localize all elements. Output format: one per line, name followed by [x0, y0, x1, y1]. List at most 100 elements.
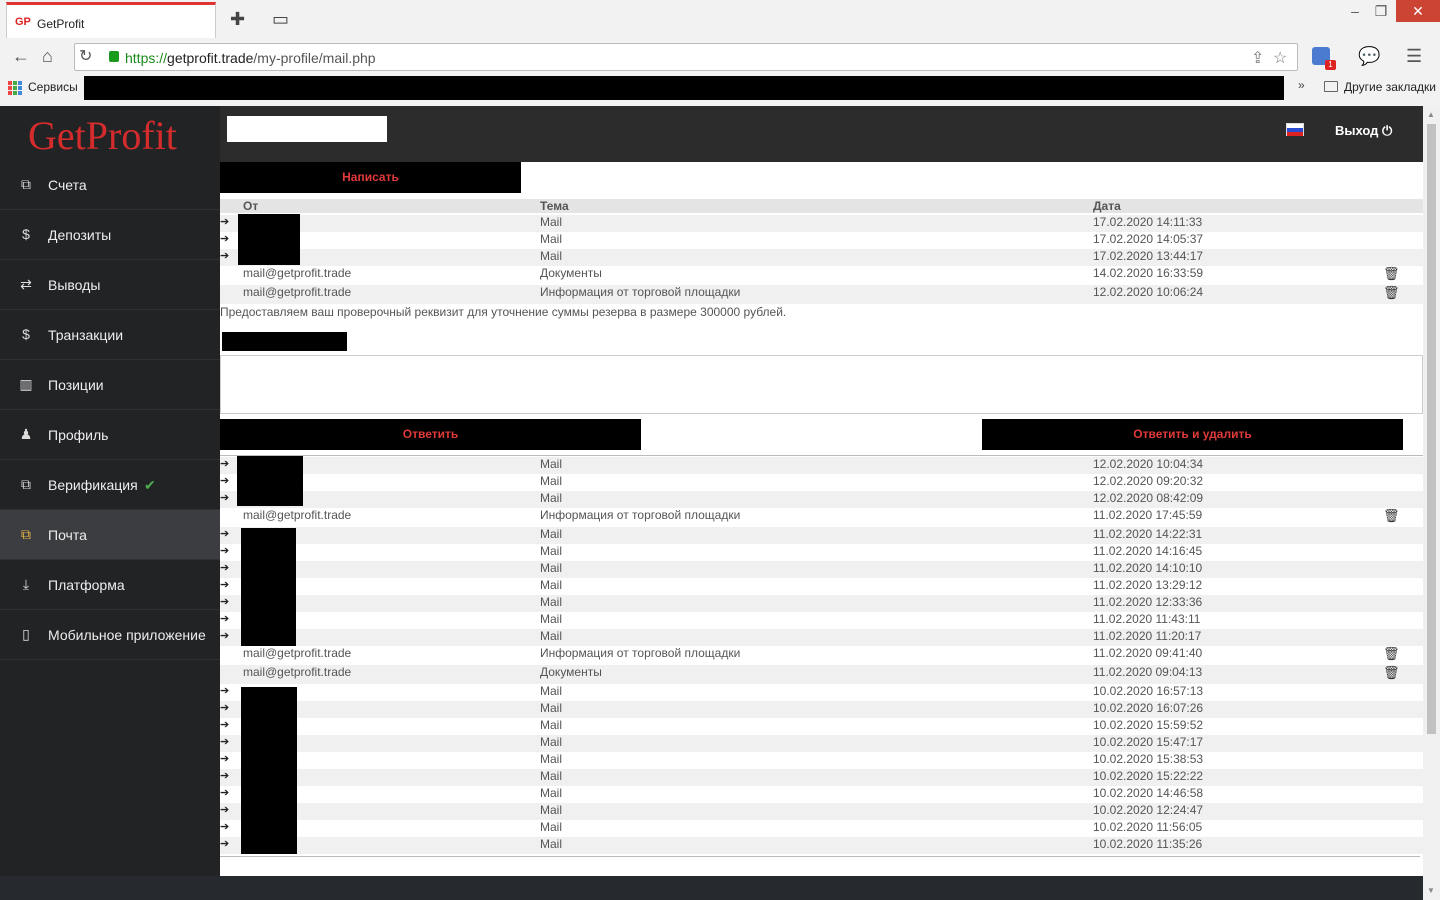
- incoming-arrow-icon: ➔: [220, 492, 230, 504]
- reload-icon[interactable]: ↻: [79, 46, 92, 66]
- mail-row[interactable]: ➔ Mail 12.02.2020 09:20:32: [220, 474, 1423, 491]
- scroll-down-icon[interactable]: ▼: [1427, 886, 1435, 895]
- mail-row[interactable]: ➔ Mail 10.02.2020 12:24:47: [220, 803, 1423, 820]
- mail-row[interactable]: mail@getprofit.trade Информация от торгов…: [220, 285, 1423, 304]
- sidebar: GetProfit ⧉ Счета $ Депозиты ⇄ Выводы $ Транзак…: [0, 106, 220, 876]
- trash-icon[interactable]: 🗑: [1383, 665, 1400, 681]
- logo[interactable]: GetProfit: [28, 112, 177, 159]
- apps-icon[interactable]: [8, 81, 22, 95]
- sidebar-item[interactable]: ⧉ Счета: [0, 160, 220, 210]
- mail-row[interactable]: ➔ Mail 11.02.2020 11:43:11: [220, 612, 1423, 629]
- column-subject[interactable]: Тема: [540, 199, 569, 213]
- sidebar-item[interactable]: ⧉ Верификация ✔: [0, 460, 220, 510]
- scrollbar[interactable]: ▲ ▼: [1423, 106, 1440, 900]
- sidebar-item[interactable]: ⤓ Платформа: [0, 560, 220, 610]
- mobile-icon: ▯: [22, 626, 30, 642]
- home-icon[interactable]: ⌂: [42, 46, 53, 67]
- back-icon[interactable]: ←: [12, 46, 30, 67]
- sidebar-item[interactable]: ▥ Позиции: [0, 360, 220, 410]
- sidebar-item[interactable]: ♟ Профиль: [0, 410, 220, 460]
- mail-row[interactable]: ➔ Mail 11.02.2020 14:10:10: [220, 561, 1423, 578]
- logout-button[interactable]: Выход ⏻: [1335, 123, 1392, 139]
- trash-icon[interactable]: 🗑: [1383, 285, 1400, 301]
- mail-row[interactable]: mail@getprofit.trade Информация от торгов…: [220, 646, 1423, 665]
- reply-delete-button[interactable]: Ответить и удалить: [982, 419, 1403, 450]
- top-bar: Выход ⏻: [220, 106, 1423, 162]
- sidebar-item[interactable]: ▯ Мобильное приложение: [0, 610, 220, 660]
- incoming-arrow-icon: ➔: [220, 787, 230, 799]
- incoming-arrow-icon: ➔: [220, 579, 230, 591]
- column-date[interactable]: Дата: [1093, 199, 1121, 213]
- scrollbar-thumb[interactable]: [1427, 124, 1436, 734]
- mail-row[interactable]: mail@getprofit.trade Документы 14.02.2020 …: [220, 266, 1423, 285]
- dollar-icon: $: [22, 226, 30, 242]
- bookmark-apps[interactable]: Сервисы: [28, 80, 78, 94]
- incoming-arrow-icon: ➔: [220, 596, 230, 608]
- mail-subject: Mail: [540, 752, 563, 766]
- redacted-bookmarks: [84, 76, 1284, 100]
- minimize-icon[interactable]: –: [1344, 0, 1366, 22]
- trash-icon[interactable]: 🗑: [1383, 646, 1400, 662]
- share-icon[interactable]: ⇪: [1251, 48, 1264, 68]
- mail-row[interactable]: ➔ Mail 10.02.2020 11:56:05: [220, 820, 1423, 837]
- sidebar-item[interactable]: $ Депозиты: [0, 210, 220, 260]
- mail-row[interactable]: ➔ Mail 11.02.2020 12:33:36: [220, 595, 1423, 612]
- mail-row[interactable]: mail@getprofit.trade Информация от торгов…: [220, 508, 1423, 527]
- mail-row[interactable]: ➔ Mail 17.02.2020 14:11:33: [220, 215, 1423, 232]
- incoming-arrow-icon: ➔: [220, 702, 230, 714]
- mail-row[interactable]: mail@getprofit.trade Документы 11.02.2020 …: [220, 665, 1423, 684]
- mail-content: Написать От Тема Дата ➔ Mail 17.02.2020 14…: [220, 162, 1423, 876]
- bookmarks-overflow[interactable]: »: [1298, 78, 1305, 92]
- mail-subject: Mail: [540, 215, 563, 229]
- trash-icon[interactable]: 🗑: [1383, 266, 1400, 282]
- mail-row[interactable]: ➔ Mail 10.02.2020 15:59:52: [220, 718, 1423, 735]
- column-from[interactable]: От: [243, 199, 258, 213]
- trash-icon[interactable]: 🗑: [1383, 508, 1400, 524]
- mail-row[interactable]: ➔ Mail 12.02.2020 10:04:34: [220, 457, 1423, 474]
- bookmark-star-icon[interactable]: ☆: [1273, 48, 1287, 68]
- mail-row[interactable]: ➔ Mail 17.02.2020 13:44:17: [220, 249, 1423, 266]
- browser-chrome: GP GetProfit ✚ ▭ – ❐ ✕ ← ⌂ ↻ https://get…: [0, 0, 1440, 106]
- mail-date: 17.02.2020 14:05:37: [1093, 232, 1204, 246]
- russian-flag-icon[interactable]: [1286, 123, 1304, 136]
- sidebar-item-label: Профиль: [48, 427, 109, 443]
- new-tab-icon[interactable]: ✚: [230, 10, 245, 28]
- mail-row[interactable]: ➔ Mail 10.02.2020 15:38:53: [220, 752, 1423, 769]
- mail-row[interactable]: ➔ Mail 11.02.2020 14:22:31: [220, 527, 1423, 544]
- tab-strip: GP GetProfit ✚ ▭ – ❐ ✕: [0, 0, 1440, 38]
- mail-row[interactable]: ➔ Mail 10.02.2020 15:47:17: [220, 735, 1423, 752]
- menu-icon[interactable]: ☰: [1406, 46, 1422, 67]
- mail-row[interactable]: ➔ Mail 10.02.2020 16:07:26: [220, 701, 1423, 718]
- redacted-sender: [238, 214, 300, 265]
- mail-date: 12.02.2020 09:20:32: [1093, 474, 1204, 488]
- mail-row[interactable]: ➔ Mail 12.02.2020 08:42:09: [220, 491, 1423, 508]
- search-input[interactable]: [227, 116, 387, 142]
- mail-date: 10.02.2020 11:56:05: [1093, 820, 1203, 834]
- divider: [220, 856, 1420, 857]
- sidebar-item[interactable]: ⧉ Почта: [0, 510, 220, 560]
- incoming-arrow-icon: ➔: [220, 475, 230, 487]
- url-text[interactable]: https://getprofit.trade/my-profile/mail.…: [125, 50, 376, 66]
- mail-row[interactable]: ➔ Mail 11.02.2020 14:16:45: [220, 544, 1423, 561]
- address-bar[interactable]: ↻ https://getprofit.trade/my-profile/mai…: [74, 43, 1298, 71]
- mail-from: mail@getprofit.trade: [243, 646, 352, 660]
- bookmark-other[interactable]: Другие закладки: [1344, 80, 1436, 94]
- mail-row[interactable]: ➔ Mail 11.02.2020 11:20:17: [220, 629, 1423, 646]
- mail-row[interactable]: ➔ Mail 10.02.2020 11:35:26: [220, 837, 1423, 854]
- mail-row[interactable]: ➔ Mail 10.02.2020 16:57:13: [220, 684, 1423, 701]
- reply-button[interactable]: Ответить: [220, 419, 641, 450]
- close-icon[interactable]: ✕: [1396, 0, 1440, 22]
- browser-tab[interactable]: GP GetProfit: [6, 2, 216, 38]
- restore-icon[interactable]: ❐: [1370, 0, 1392, 22]
- compose-button[interactable]: Написать: [220, 162, 521, 193]
- mail-row[interactable]: ➔ Mail 10.02.2020 14:46:58: [220, 786, 1423, 803]
- reply-textarea[interactable]: [220, 355, 1423, 414]
- scroll-up-icon[interactable]: ▲: [1427, 110, 1435, 119]
- mail-row[interactable]: ➔ Mail 11.02.2020 13:29:12: [220, 578, 1423, 595]
- tab-overview-icon[interactable]: ▭: [272, 10, 289, 28]
- mail-row[interactable]: ➔ Mail 10.02.2020 15:22:22: [220, 769, 1423, 786]
- sidebar-item[interactable]: $ Транзакции: [0, 310, 220, 360]
- mail-row[interactable]: ➔ Mail 17.02.2020 14:05:37: [220, 232, 1423, 249]
- sidebar-item[interactable]: ⇄ Выводы: [0, 260, 220, 310]
- chat-icon[interactable]: 💬: [1358, 46, 1380, 67]
